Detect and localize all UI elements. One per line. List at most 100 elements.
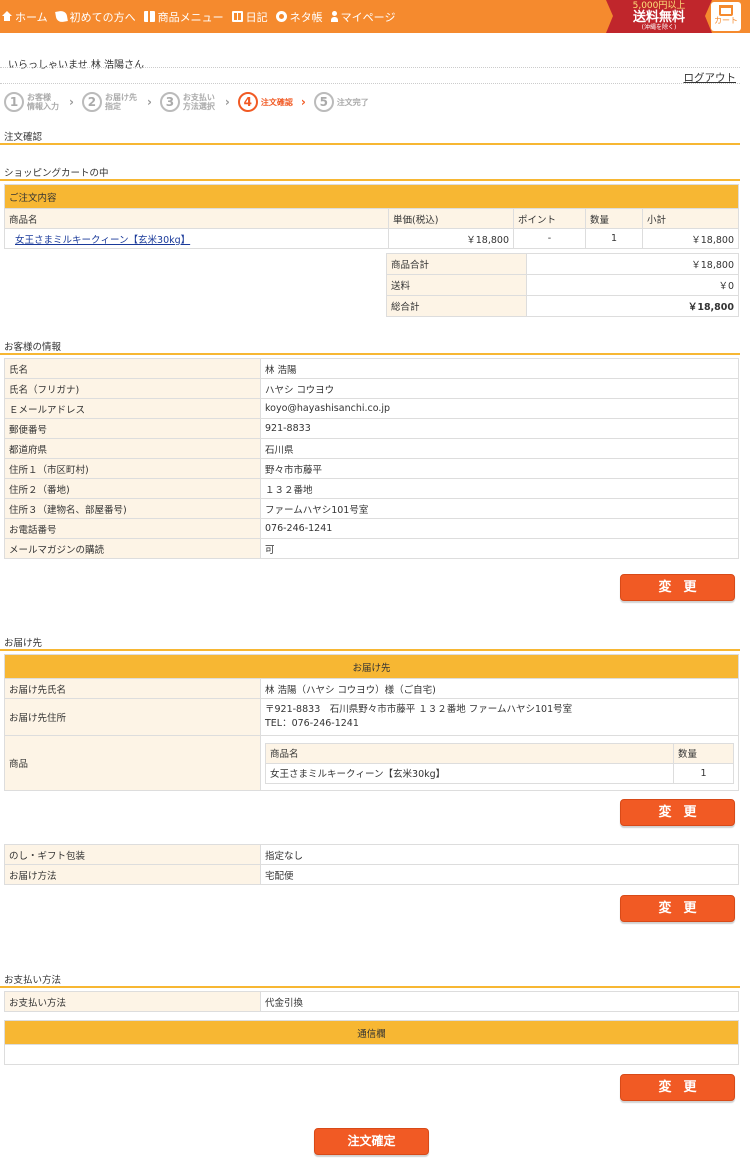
step-label: お客様 情報入力 [27, 93, 67, 111]
field-value: ハヤシ コウヨウ [260, 378, 739, 399]
step-4-current: 4 注文確認 › [237, 92, 314, 112]
step-5: 5 注文完了 [313, 92, 377, 112]
field-label: お届け方法 [4, 864, 261, 885]
step-number: 4 [237, 92, 258, 112]
address-line: 〒921-8833 石川県野々市市藤平 １３２番地 ファームハヤシ101号室 [265, 704, 573, 715]
nav-diary[interactable]: 日記 [231, 0, 275, 33]
nav-home-label: ホーム [15, 10, 48, 24]
table-row: 総合計 ￥18,800 [386, 295, 739, 317]
totals-value: ￥18,800 [526, 253, 739, 275]
step-label: 注文完了 [337, 98, 377, 107]
product-name: 女王さまミルキークィーン【玄米30kg】 [265, 762, 674, 784]
step-label-line: 方法選択 [182, 102, 215, 111]
delivery-table-header: お届け先 [4, 654, 739, 679]
nav-product-menu-label: 商品メニュー [157, 10, 224, 24]
cart-icon [719, 5, 733, 16]
home-icon [2, 11, 12, 21]
banner-note: (沖縄を除く) [641, 24, 677, 31]
payment-section-title: お支払い方法 [4, 975, 62, 986]
table-row: 住所３（建物名、部屋番号) ファームハヤシ101号室 [4, 498, 739, 519]
column-header: 商品名 [4, 208, 389, 229]
table-row: お支払い方法 代金引換 [4, 991, 739, 1012]
field-value: 076-246-1241 [260, 518, 739, 539]
field-label: 氏名（フリガナ) [4, 378, 261, 399]
step-label-line: お客様 [27, 93, 51, 102]
quantity: 1 [585, 228, 643, 249]
circle-icon [275, 11, 287, 22]
chevron-right-icon: › [224, 95, 230, 109]
table-row: お電話番号 076-246-1241 [4, 518, 739, 539]
product-quantity: 1 [673, 762, 734, 784]
step-number: 3 [159, 92, 180, 112]
field-value: １３２番地 [260, 478, 739, 499]
book-icon [231, 11, 243, 22]
field-value: ファームハヤシ101号室 [260, 498, 739, 519]
leaf-icon [54, 10, 68, 23]
table-row: 住所１（市区町村) 野々市市藤平 [4, 458, 739, 479]
cart-table: ご注文内容 商品名 単価(税込) ポイント 数量 小計 女王さまミルキークィーン… [4, 184, 739, 249]
field-value: 可 [260, 538, 739, 559]
column-header: 商品名 [265, 742, 674, 764]
field-label: メールマガジンの購読 [4, 538, 261, 559]
column-header: ポイント [513, 208, 586, 229]
table-row: 都道府県 石川県 [4, 438, 739, 459]
chevron-right-icon: › [300, 95, 306, 109]
nav-mypage[interactable]: マイページ [330, 0, 403, 33]
delivery-section-title: お届け先 [4, 638, 43, 649]
field-label: 商品 [4, 735, 261, 791]
customer-section-title: お客様の情報 [4, 342, 62, 353]
recipient-name: 林 浩陽（ハヤシ コウヨウ）様（ご自宅) [260, 678, 739, 699]
change-options-button[interactable]: 変更 [620, 895, 735, 922]
field-value: 指定なし [260, 844, 739, 865]
field-value: 野々市市藤平 [260, 458, 739, 479]
table-row: Ｅメールアドレス koyo@hayashisanchi.co.jp [4, 398, 739, 419]
nav-first-time[interactable]: 初めての方へ [54, 0, 143, 33]
step-number: 1 [4, 92, 24, 112]
delivery-table: お届け先 お届け先氏名 林 浩陽（ハヤシ コウヨウ）様（ご自宅) お届け先住所 … [4, 654, 739, 791]
totals-label: 商品合計 [386, 253, 527, 275]
table-row: メールマガジンの購読可 [4, 538, 739, 559]
field-label: お届け先住所 [4, 698, 261, 736]
step-1: 1 お客様 情報入力 › [4, 92, 82, 112]
table-row: 女王さまミルキークィーン【玄米30kg】 ￥18,800 - 1 ￥18,800 [4, 228, 739, 249]
table-row: お届け先氏名 林 浩陽（ハヤシ コウヨウ）様（ご自宅) [4, 678, 739, 699]
nav-product-menu[interactable]: 商品メニュー [143, 0, 231, 33]
nav-home[interactable]: ホーム [1, 0, 55, 33]
section-underline [0, 179, 740, 181]
phone-line: TEL：076-246-1241 [265, 718, 359, 729]
step-label-line: 指定 [104, 102, 121, 111]
table-row: 商品合計 ￥18,800 [386, 253, 739, 275]
step-number: 5 [313, 92, 334, 112]
field-label: 住所３（建物名、部屋番号) [4, 498, 261, 519]
field-label: 住所２（番地) [4, 478, 261, 499]
cart-table-header: ご注文内容 [4, 184, 739, 209]
totals-label: 総合計 [386, 295, 527, 317]
divider [0, 67, 740, 68]
cart-button[interactable]: カート [711, 2, 741, 31]
table-row: 氏名林 浩陽 [4, 358, 739, 379]
table-row: 郵便番号 921-8833 [4, 418, 739, 439]
step-label-line: 情報入力 [27, 102, 59, 111]
totals-value: ￥0 [526, 274, 739, 296]
field-label: お届け先氏名 [4, 678, 261, 699]
table-row: 住所２（番地) １３２番地 [4, 478, 739, 499]
field-label: 住所１（市区町村) [4, 458, 261, 479]
table-row: 女王さまミルキークィーン【玄米30kg】 1 [265, 762, 734, 784]
change-payment-button[interactable]: 変更 [620, 1074, 735, 1101]
free-shipping-banner[interactable]: 5,000円以上 送料無料 (沖縄を除く) [606, 0, 712, 33]
step-label: お届け先 指定 [105, 93, 145, 111]
table-row: のし・ギフト包装 指定なし [4, 844, 739, 865]
nav-mypage-label: マイページ [340, 10, 396, 24]
confirm-order-button[interactable]: 注文確定 [314, 1128, 429, 1155]
product-link[interactable]: 女王さまミルキークィーン【玄米30kg】 [15, 235, 190, 246]
page-title: 注文確認 [4, 132, 43, 143]
step-label-line: お支払い [182, 93, 215, 102]
column-header: 小計 [642, 208, 739, 229]
section-underline [0, 143, 740, 145]
delivery-products-table: 商品名 数量 女王さまミルキークィーン【玄米30kg】 1 [265, 742, 734, 784]
change-delivery-button[interactable]: 変更 [620, 799, 735, 826]
checkout-steps: 1 お客様 情報入力 › 2 お届け先 指定 › 3 お支払い 方法選択 › 4 注文… [4, 91, 377, 113]
gift-icon [143, 11, 155, 22]
nav-notes[interactable]: ネタ帳 [275, 0, 330, 33]
change-customer-button[interactable]: 変更 [620, 574, 735, 601]
